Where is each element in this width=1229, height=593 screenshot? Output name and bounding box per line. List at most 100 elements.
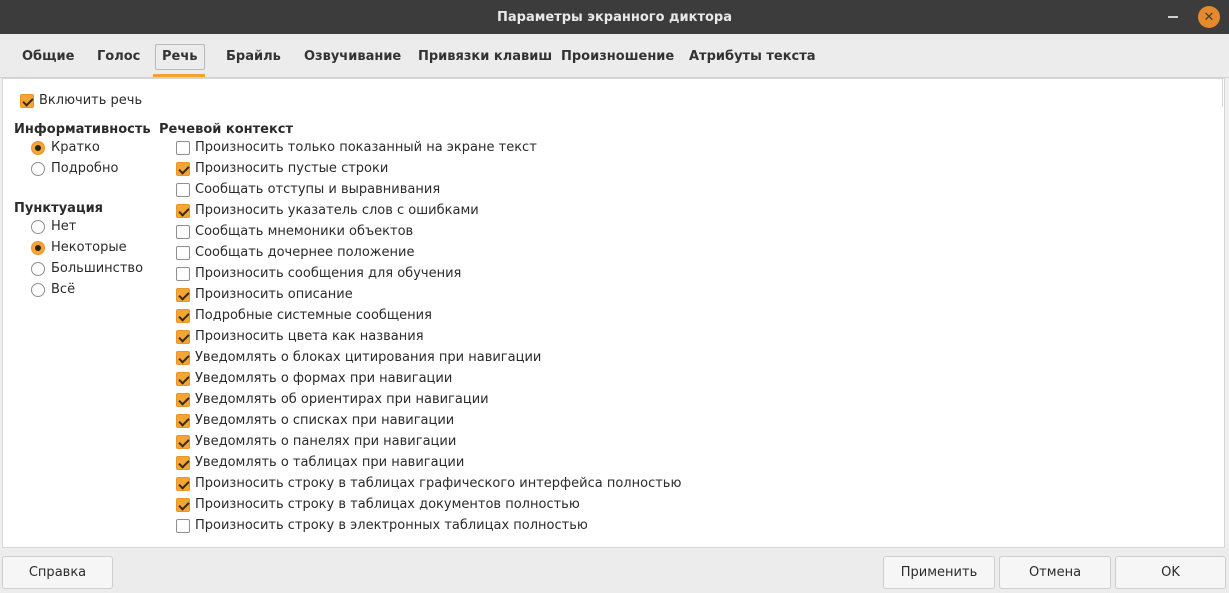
checkbox-box[interactable] <box>176 182 190 197</box>
checkbox-box[interactable] <box>176 329 190 344</box>
checkbox-label: Уведомлять о блоках цитирования при нави… <box>195 350 542 365</box>
enable-speech-checkbox[interactable]: Включить речь <box>20 93 142 108</box>
checkbox-label: Произносить строку в таблицах графическо… <box>195 476 682 491</box>
window-titlebar: Параметры экранного диктора <box>0 0 1229 34</box>
checkbox-box[interactable] <box>176 455 190 470</box>
checkbox-label: Сообщать мнемоники объектов <box>195 224 414 239</box>
radio-button[interactable] <box>31 140 45 155</box>
speech-settings-panel: Включить речь Информативность Кратко Под… <box>2 78 1225 548</box>
tab-braille[interactable]: Брайль <box>222 44 285 70</box>
tab-key-bindings[interactable]: Привязки клавиш <box>414 44 556 70</box>
speech-context-item[interactable]: Уведомлять о панелях при навигации <box>176 434 456 449</box>
ok-button[interactable]: OK <box>1115 556 1226 589</box>
speech-context-item[interactable]: Произносить описание <box>176 287 353 302</box>
checkbox-box[interactable] <box>20 93 34 108</box>
checkbox-box[interactable] <box>176 308 190 323</box>
checkbox-label: Уведомлять о списках при навигации <box>195 413 455 428</box>
checkbox-box[interactable] <box>176 476 190 491</box>
speech-context-item[interactable]: Произносить цвета как названия <box>176 329 424 344</box>
checkbox-label: Произносить описание <box>195 287 353 302</box>
speech-context-item[interactable]: Сообщать мнемоники объектов <box>176 224 413 239</box>
checkbox-label: Произносить строку в электронных таблица… <box>195 518 588 533</box>
punctuation-all-radio[interactable]: Всё <box>31 282 75 297</box>
checkbox-label: Уведомлять о таблицах при навигации <box>195 455 465 470</box>
checkbox-box[interactable] <box>176 413 190 428</box>
speech-context-item[interactable]: Сообщать дочернее положение <box>176 245 414 260</box>
speech-context-item[interactable]: Уведомлять о формах при навигации <box>176 371 452 386</box>
speech-context-item[interactable]: Произносить указатель слов с ошибками <box>176 203 479 218</box>
speech-context-heading: Речевой контекст <box>159 122 294 137</box>
tab-text-attributes[interactable]: Атрибуты текста <box>685 44 820 70</box>
speech-context-item[interactable]: Произносить строку в таблицах графическо… <box>176 476 681 491</box>
checkbox-box[interactable] <box>176 140 190 155</box>
checkbox-box[interactable] <box>176 350 190 365</box>
checkbox-box[interactable] <box>176 392 190 407</box>
checkbox-label: Произносить указатель слов с ошибками <box>195 203 479 218</box>
checkbox-label: Произносить сообщения для обучения <box>195 266 462 281</box>
checkbox-box[interactable] <box>176 245 190 260</box>
dialog-button-bar: Справка Применить Отмена OK <box>0 549 1229 593</box>
tab-voice[interactable]: Голос <box>93 44 144 70</box>
checkbox-label: Сообщать дочернее положение <box>195 245 415 260</box>
tab-speech[interactable]: Речь <box>155 44 205 70</box>
help-button[interactable]: Справка <box>2 556 113 589</box>
speech-context-item[interactable]: Произносить строку в электронных таблица… <box>176 518 588 533</box>
checkbox-box[interactable] <box>176 203 190 218</box>
speech-context-item[interactable]: Уведомлять о блоках цитирования при нави… <box>176 350 541 365</box>
checkbox-label: Произносить строку в таблицах документов… <box>195 497 580 512</box>
radio-label: Нет <box>51 219 77 234</box>
speech-context-item[interactable]: Уведомлять об ориентирах при навигации <box>176 392 489 407</box>
checkbox-label: Произносить только показанный на экране … <box>195 140 537 155</box>
checkbox-box[interactable] <box>176 287 190 302</box>
radio-label: Кратко <box>51 140 100 155</box>
speech-context-item[interactable]: Уведомлять о таблицах при навигации <box>176 455 464 470</box>
punctuation-heading: Пунктуация <box>14 201 104 216</box>
radio-label: Некоторые <box>51 240 127 255</box>
checkbox-label: Произносить цвета как названия <box>195 329 424 344</box>
checkbox-box[interactable] <box>176 518 190 533</box>
speech-context-item[interactable]: Произносить строку в таблицах документов… <box>176 497 580 512</box>
radio-button[interactable] <box>31 219 45 234</box>
checkbox-box[interactable] <box>176 497 190 512</box>
punctuation-none-radio[interactable]: Нет <box>31 219 76 234</box>
verbosity-heading: Информативность <box>14 122 151 137</box>
tab-general[interactable]: Общие <box>18 44 78 70</box>
scrollbar-track[interactable] <box>1222 79 1223 107</box>
checkbox-label: Произносить пустые строки <box>195 161 389 176</box>
tab-bar: Общие Голос Речь Брайль Озвучивание Прив… <box>0 34 1229 78</box>
close-icon: ✕ <box>1198 6 1220 28</box>
tab-pronunciation[interactable]: Произношение <box>557 44 678 70</box>
verbosity-brief-radio[interactable]: Кратко <box>31 140 100 155</box>
tab-echo[interactable]: Озвучивание <box>300 44 405 70</box>
speech-context-item[interactable]: Подробные системные сообщения <box>176 308 432 323</box>
checkbox-box[interactable] <box>176 161 190 176</box>
checkbox-box[interactable] <box>176 224 190 239</box>
radio-label: Подробно <box>51 161 119 176</box>
close-button[interactable]: ✕ <box>1196 0 1222 34</box>
speech-context-item[interactable]: Произносить только показанный на экране … <box>176 140 537 155</box>
speech-context-item[interactable]: Сообщать отступы и выравнивания <box>176 182 440 197</box>
minimize-button[interactable] <box>1160 0 1186 34</box>
cancel-button[interactable]: Отмена <box>999 556 1111 589</box>
checkbox-label: Уведомлять о формах при навигации <box>195 371 453 386</box>
speech-context-item[interactable]: Уведомлять о списках при навигации <box>176 413 454 428</box>
radio-label: Большинство <box>51 261 144 276</box>
checkbox-box[interactable] <box>176 434 190 449</box>
checkbox-box[interactable] <box>176 371 190 386</box>
radio-button[interactable] <box>31 282 45 297</box>
radio-button[interactable] <box>31 261 45 276</box>
radio-button[interactable] <box>31 161 45 176</box>
checkbox-box[interactable] <box>176 266 190 281</box>
punctuation-most-radio[interactable]: Большинство <box>31 261 143 276</box>
radio-label: Всё <box>51 282 76 297</box>
window-title: Параметры экранного диктора <box>496 9 733 25</box>
speech-context-item[interactable]: Произносить пустые строки <box>176 161 388 176</box>
apply-button[interactable]: Применить <box>883 556 995 589</box>
speech-context-item[interactable]: Произносить сообщения для обучения <box>176 266 461 281</box>
radio-button[interactable] <box>31 240 45 255</box>
active-tab-indicator <box>153 74 205 77</box>
verbosity-verbose-radio[interactable]: Подробно <box>31 161 118 176</box>
checkbox-label: Уведомлять о панелях при навигации <box>195 434 457 449</box>
punctuation-some-radio[interactable]: Некоторые <box>31 240 127 255</box>
minimize-icon <box>1168 16 1178 18</box>
